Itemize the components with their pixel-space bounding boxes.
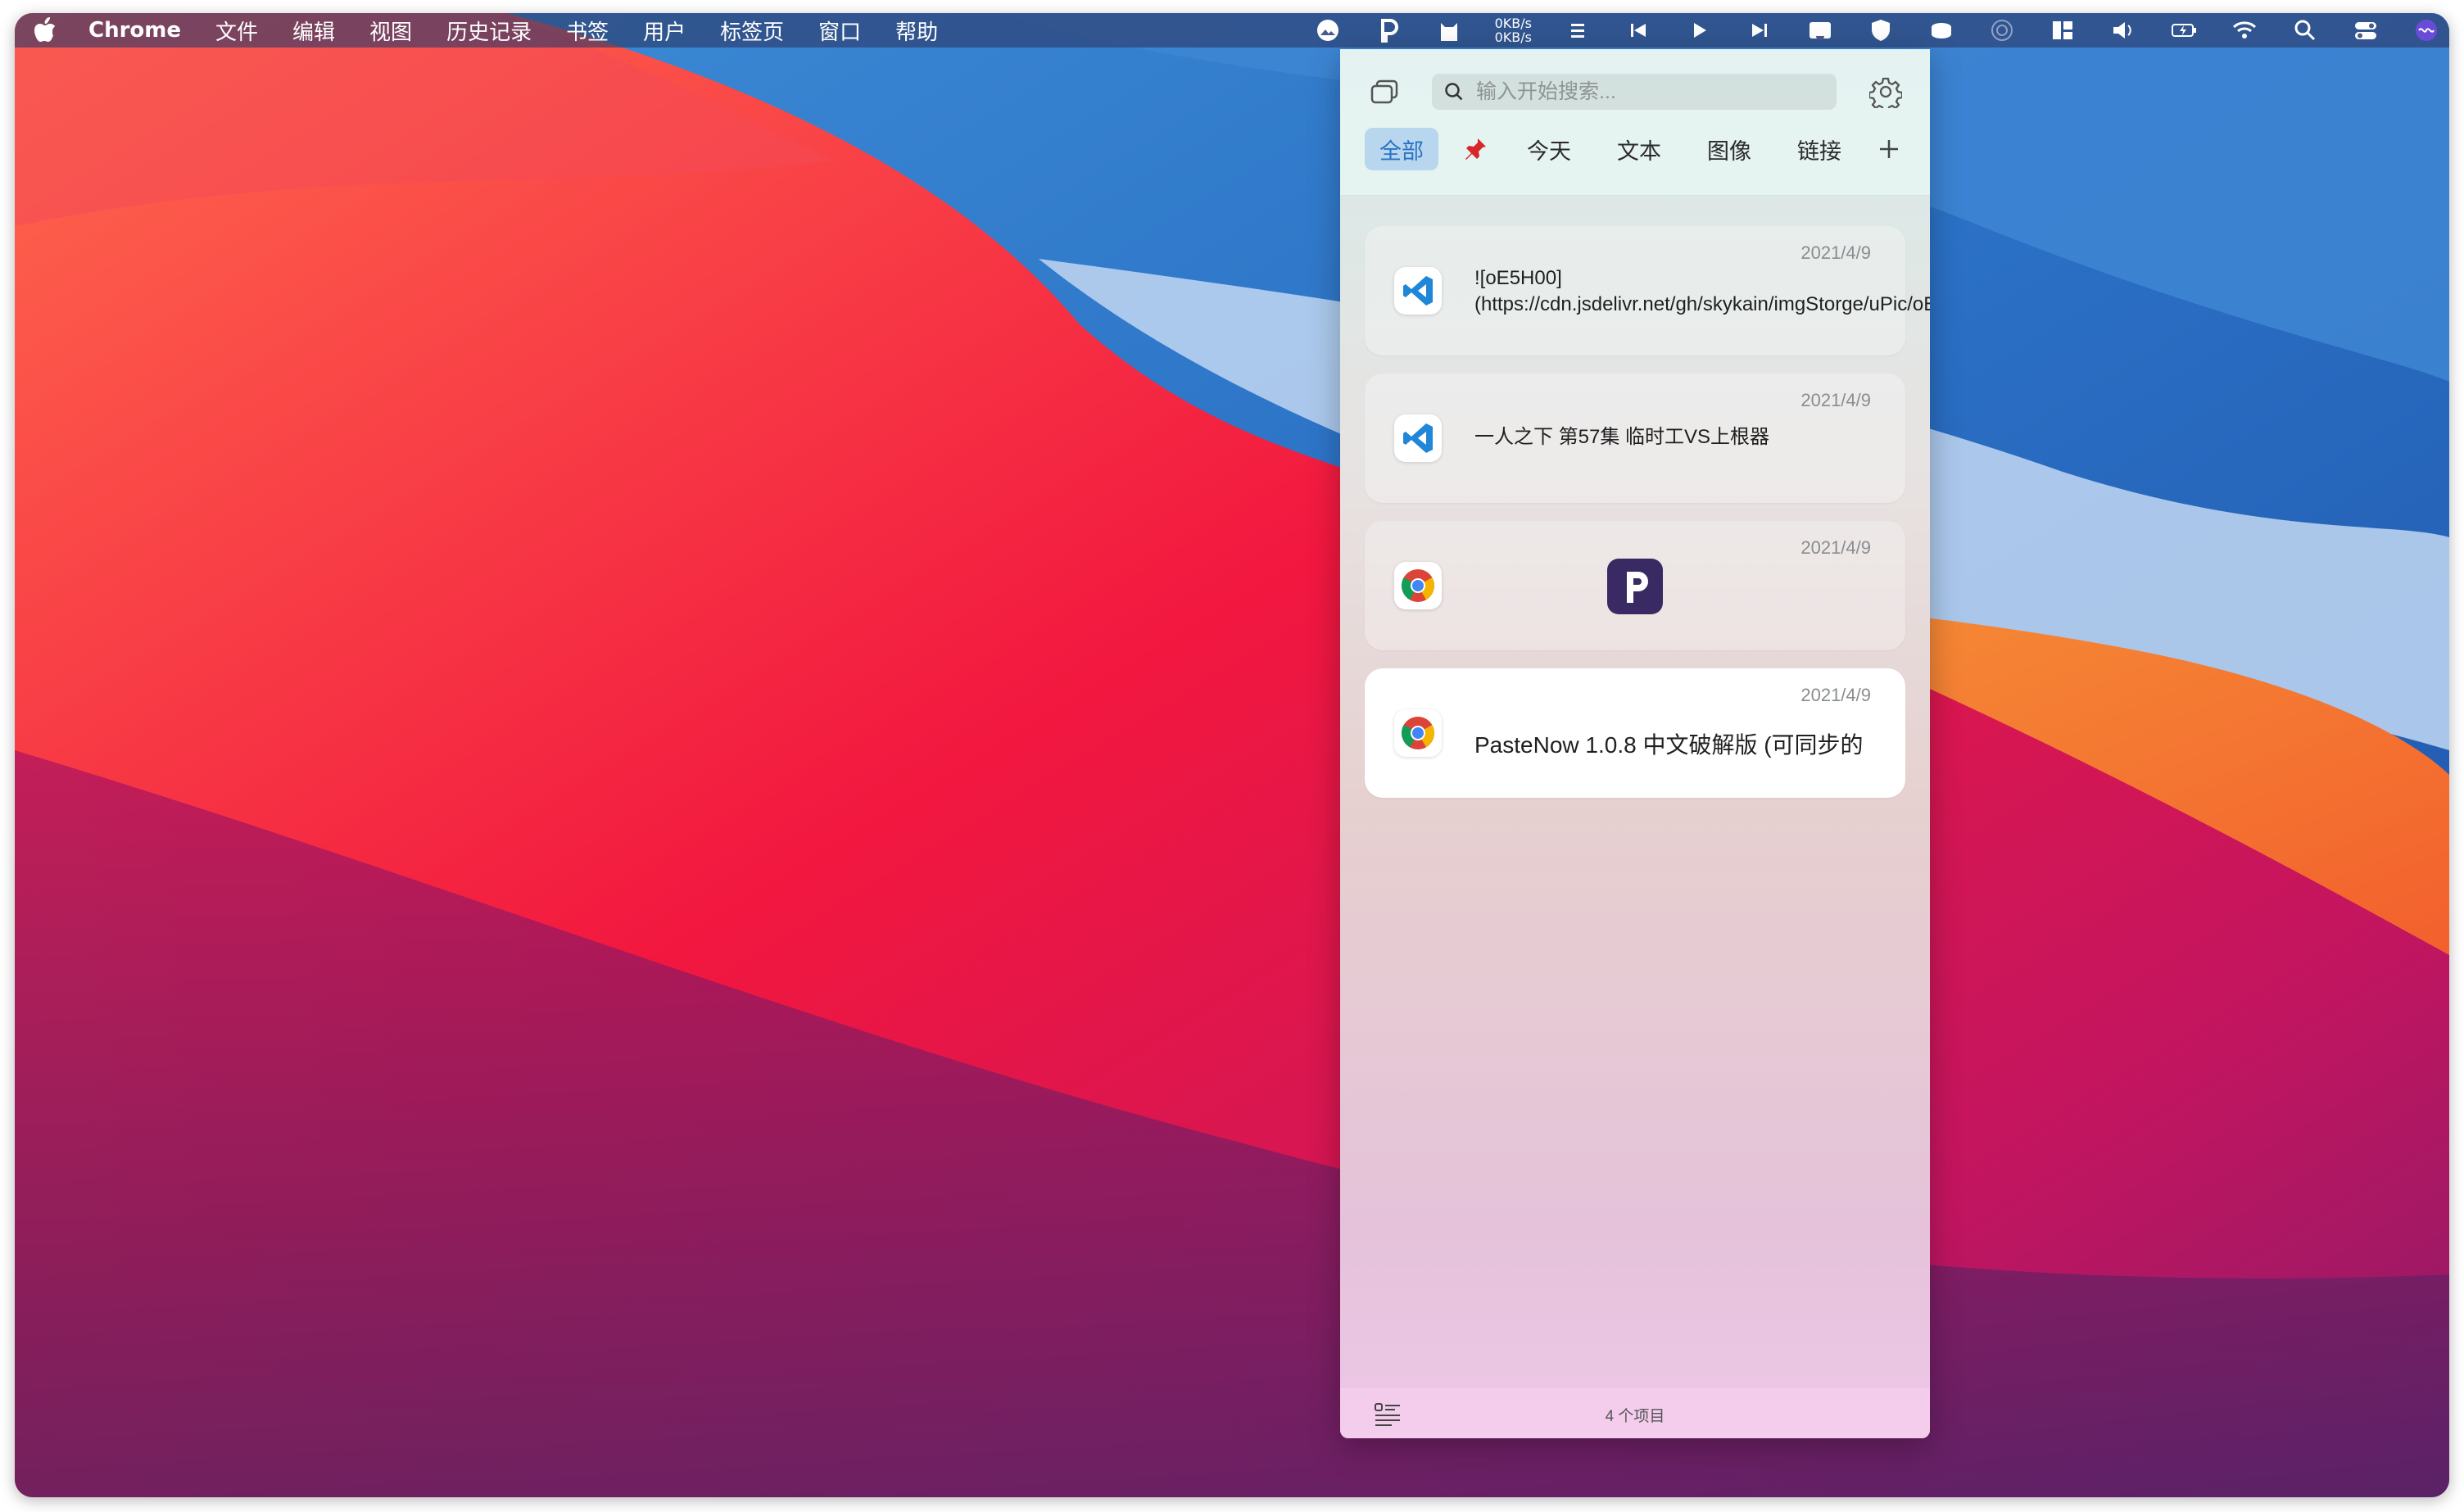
tab-pinned[interactable] <box>1455 128 1496 170</box>
photo-app-status-icon[interactable] <box>1313 16 1343 45</box>
menu-window[interactable]: 窗口 <box>818 16 861 46</box>
plus-icon <box>1880 140 1898 158</box>
menu-file[interactable]: 文件 <box>215 16 258 46</box>
filter-tabs: 全部 今天 文本 图像 链接 <box>1365 128 1873 170</box>
clipboard-item[interactable]: 2021/4/9 <box>1365 521 1905 650</box>
copy-stack-icon[interactable] <box>1366 74 1402 110</box>
input-method-icon[interactable] <box>2048 16 2077 45</box>
play-icon[interactable] <box>1684 16 1714 45</box>
item-date: 2021/4/9 <box>1800 242 1871 263</box>
tab-image[interactable]: 图像 <box>1692 128 1766 170</box>
panel-header: 全部 今天 文本 图像 链接 <box>1340 49 1930 196</box>
cat-status-icon[interactable] <box>1434 16 1464 45</box>
menu-bookmarks[interactable]: 书签 <box>566 16 609 46</box>
next-track-icon[interactable] <box>1745 16 1774 45</box>
wifi-icon[interactable] <box>2230 16 2259 45</box>
clipboard-item-selected[interactable]: 2021/4/9 PasteNow 1.0.8 中文破解版 (可同步的 <box>1365 668 1905 798</box>
item-count: 4 个项目 <box>1605 1408 1665 1425</box>
item-text: PasteNow 1.0.8 中文破解版 (可同步的 <box>1474 732 1864 758</box>
clipboard-item[interactable]: 2021/4/9 ![oE5H00](https://cdn.jsdelivr.… <box>1365 226 1930 355</box>
network-speed: 0KB/s 0KB/s <box>1495 16 1532 44</box>
clipboard-list: 2021/4/9 ![oE5H00](https://cdn.jsdelivr.… <box>1365 226 1930 816</box>
search-box[interactable] <box>1432 74 1837 110</box>
clipboard-item[interactable]: 2021/4/9 一人之下 第57集 临时工VS上根器 <box>1365 373 1905 503</box>
item-date: 2021/4/9 <box>1800 685 1871 705</box>
clipboard-panel: 全部 今天 文本 图像 链接 2021/4/9 <box>1340 49 1930 1438</box>
item-text: 一人之下 第57集 临时工VS上根器 <box>1474 426 1770 448</box>
add-filter-button[interactable] <box>1871 131 1907 167</box>
net-download: 0KB/s <box>1494 29 1532 45</box>
menu-app-name[interactable]: Chrome <box>88 18 181 43</box>
tab-text[interactable]: 文本 <box>1602 128 1676 170</box>
desktop-wallpaper <box>15 13 2449 1497</box>
volume-icon[interactable] <box>2108 16 2138 45</box>
shield-icon[interactable] <box>1866 16 1896 45</box>
notification-bell-icon[interactable] <box>1805 16 1835 45</box>
list-icon[interactable] <box>1563 16 1592 45</box>
menu-history[interactable]: 历史记录 <box>446 16 532 46</box>
hard-disk-icon[interactable] <box>1927 16 1956 45</box>
pin-icon <box>1465 138 1486 160</box>
item-date: 2021/4/9 <box>1800 537 1871 558</box>
vscode-icon <box>1394 267 1442 315</box>
menu-tabs[interactable]: 标签页 <box>720 16 784 46</box>
item-date: 2021/4/9 <box>1800 390 1871 410</box>
siri-icon[interactable] <box>2412 16 2441 45</box>
menu-bar: Chrome 文件 编辑 视图 历史记录 书签 用户 标签页 窗口 帮助 0KB… <box>15 13 2449 48</box>
net-upload: 0KB/s <box>1494 16 1532 31</box>
search-icon <box>1445 83 1463 101</box>
vscode-icon <box>1394 414 1442 462</box>
pastenow-status-icon[interactable] <box>1374 16 1403 45</box>
airdrop-icon[interactable] <box>1987 16 2017 45</box>
pastenow-app-icon <box>1607 559 1663 614</box>
chrome-icon <box>1394 562 1442 609</box>
panel-footer: 4 个项目 <box>1340 1387 1930 1438</box>
control-center-icon[interactable] <box>2351 16 2380 45</box>
tab-today[interactable]: 今天 <box>1512 128 1586 170</box>
apple-menu-icon[interactable] <box>33 16 57 44</box>
menu-profiles[interactable]: 用户 <box>643 16 686 46</box>
spotlight-search-icon[interactable] <box>2290 16 2320 45</box>
menu-help[interactable]: 帮助 <box>895 16 938 46</box>
menu-edit[interactable]: 编辑 <box>292 16 335 46</box>
search-input[interactable] <box>1474 79 1822 105</box>
previous-track-icon[interactable] <box>1624 16 1653 45</box>
chrome-icon <box>1394 709 1442 757</box>
menu-view[interactable]: 视图 <box>369 16 412 46</box>
battery-icon[interactable] <box>2169 16 2199 45</box>
tab-link[interactable]: 链接 <box>1782 128 1856 170</box>
tab-all[interactable]: 全部 <box>1365 128 1438 170</box>
settings-gear-icon[interactable] <box>1868 74 1904 110</box>
item-text: ![oE5H00](https://cdn.jsdelivr.net/gh/sk… <box>1474 267 1930 315</box>
desktop: Chrome 文件 编辑 视图 历史记录 书签 用户 标签页 窗口 帮助 0KB… <box>15 13 2449 1497</box>
